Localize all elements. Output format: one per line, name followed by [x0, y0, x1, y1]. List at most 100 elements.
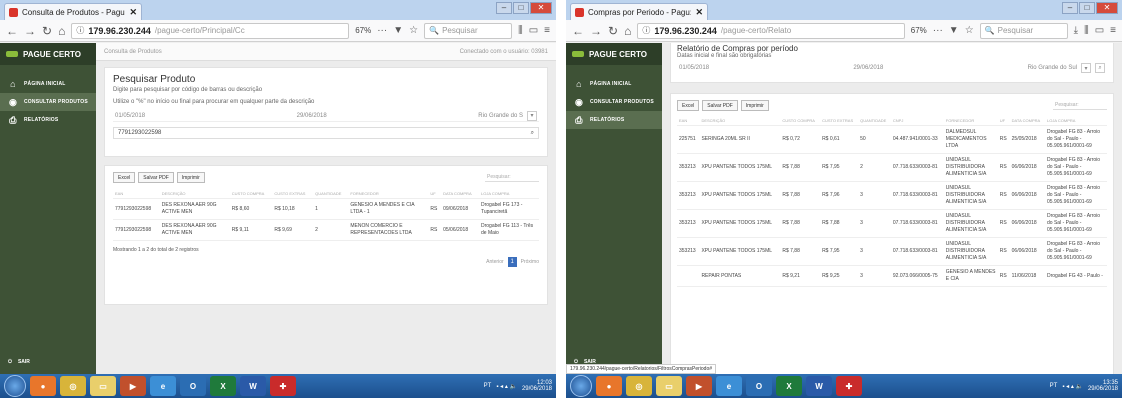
excel-button[interactable]: Excel [677, 100, 700, 111]
excel-task-icon[interactable]: X [210, 376, 236, 396]
date-from-field[interactable]: 01/05/2018 [679, 65, 709, 71]
media-task-icon[interactable]: ▶ [686, 376, 712, 396]
library-icon[interactable]: ⫼ [1084, 25, 1089, 36]
col-ean[interactable]: EAN [113, 189, 160, 199]
sidebar-item-products[interactable]: ◉ CONSULTAR PRODUTOS [566, 93, 662, 111]
save-pdf-button[interactable]: Salvar PDF [702, 100, 738, 111]
folder-task-icon[interactable]: ▭ [90, 376, 116, 396]
firefox-task-icon[interactable]: ● [596, 376, 622, 396]
sidebar-item-reports[interactable]: ⎙ RELATÓRIOS [566, 111, 662, 129]
ie-task-icon[interactable]: e [716, 376, 742, 396]
col-extras[interactable]: CUSTO EXTRAS [272, 189, 314, 199]
date-to-field[interactable]: 29/06/2018 [297, 113, 327, 119]
word-task-icon[interactable]: W [240, 376, 266, 396]
table-row[interactable]: 7791293022598 DES REXONA AER 90G ACTIVE … [113, 198, 539, 220]
save-pdf-button[interactable]: Salvar PDF [138, 172, 174, 183]
col-uf[interactable]: UF [997, 116, 1010, 126]
sidebar-item-home[interactable]: ⌂ PÁGINA INICIAL [566, 75, 662, 93]
sidebar-item-reports[interactable]: ⎙ RELATÓRIOS [0, 111, 96, 129]
minimize-button[interactable]: – [1062, 2, 1078, 14]
col-quantity[interactable]: QUANTIDADE [858, 116, 891, 126]
close-tab-icon[interactable]: ✕ [695, 7, 703, 18]
ie-task-icon[interactable]: e [150, 376, 176, 396]
col-supplier[interactable]: FORNECEDOR [943, 116, 998, 126]
browser-tab[interactable]: Consulta de Produtos - Pagu: ✕ [4, 3, 142, 20]
col-extras[interactable]: CUSTO EXTRAS [820, 116, 859, 126]
table-row[interactable]: REPAIR PONTAS R$ 9,21 R$ 9,25 3 92.073.066/0… [677, 265, 1107, 287]
col-store[interactable]: LOJA COMPRA [1045, 116, 1107, 126]
bookmark-star-icon[interactable]: ☆ [409, 25, 418, 36]
product-search-input[interactable]: 7791293022598 ⌕ [113, 127, 539, 139]
pocket-icon[interactable]: ▼ [393, 25, 403, 36]
back-icon[interactable]: ← [572, 24, 584, 38]
menu-icon[interactable]: ≡ [544, 25, 550, 36]
table-row[interactable]: 225751 SERINGA 20ML SR II R$ 0,72 R$ 0,61 50… [677, 125, 1107, 154]
language-indicator[interactable]: PT [484, 383, 492, 389]
table-search-input[interactable]: Pesquisar: [485, 173, 539, 182]
zoom-level[interactable]: 67% [355, 26, 371, 35]
next-page-button[interactable]: Próximo [521, 259, 539, 265]
sidebar-item-exit[interactable]: ⏻ SAIR [0, 354, 96, 370]
menu-icon[interactable]: ≡ [1110, 25, 1116, 36]
app-task-icon[interactable]: ✚ [270, 376, 296, 396]
col-cnpj[interactable]: CNPJ [890, 116, 944, 126]
table-row[interactable]: 7791293022598 DES REXONA AER 90G ACTIVE … [113, 219, 539, 241]
url-bar[interactable]: ⓘ 179.96.230.244/pague-certo/Principal/C… [71, 22, 350, 39]
firefox-task-icon[interactable]: ● [30, 376, 56, 396]
reload-icon[interactable]: ↻ [608, 24, 618, 38]
language-indicator[interactable]: PT [1050, 383, 1058, 389]
col-description[interactable]: DESCRIÇÃO [699, 116, 781, 126]
col-store[interactable]: LOJA COMPRA [479, 189, 539, 199]
forward-icon[interactable]: → [590, 24, 602, 38]
tray-icons[interactable]: ▪ ◂ ▴ 🔈 [496, 383, 517, 390]
url-bar[interactable]: ⓘ 179.96.230.244/pague-certo/Relato [637, 22, 905, 39]
table-row[interactable]: 353213 XPU PANTENE TODOS 175ML R$ 7,88 R$ 7… [677, 153, 1107, 182]
table-row[interactable]: 353213 XPU PANTENE TODOS 175ML R$ 7,88 R$ 7… [677, 181, 1107, 210]
library-icon[interactable]: ⫼ [518, 25, 523, 36]
print-button[interactable]: Imprimir [740, 100, 769, 111]
search-icon[interactable]: ⌕ [531, 130, 534, 137]
col-ean[interactable]: EAN [677, 116, 700, 126]
back-icon[interactable]: ← [6, 24, 18, 38]
close-window-button[interactable]: ✕ [530, 2, 552, 14]
more-icon[interactable]: ··· [377, 25, 387, 36]
pocket-icon[interactable]: ▼ [949, 25, 959, 36]
table-search-input[interactable]: Pesquisar: [1053, 101, 1107, 110]
col-supplier[interactable]: FORNECEDOR [348, 189, 429, 199]
col-description[interactable]: DESCRIÇÃO [159, 189, 230, 199]
forward-icon[interactable]: → [24, 24, 36, 38]
home-nav-icon[interactable]: ⌂ [58, 24, 65, 38]
clock[interactable]: 12:03 29/06/2018 [522, 380, 552, 392]
col-quantity[interactable]: QUANTIDADE [313, 189, 349, 199]
clock[interactable]: 13:35 29/06/2018 [1088, 380, 1118, 392]
sidebar-toggle-icon[interactable]: ▭ [1095, 25, 1104, 36]
more-icon[interactable]: ··· [933, 25, 943, 36]
state-select[interactable]: Rio Grande do S ▾ [478, 110, 537, 121]
col-date[interactable]: DATA COMPRA [441, 189, 479, 199]
date-from-field[interactable]: 01/05/2018 [115, 113, 145, 119]
media-task-icon[interactable]: ▶ [120, 376, 146, 396]
chrome-task-icon[interactable]: ◎ [626, 376, 652, 396]
start-button[interactable] [4, 375, 26, 397]
home-nav-icon[interactable]: ⌂ [624, 24, 631, 38]
search-input[interactable]: 🔍 Pesquisar [424, 22, 513, 39]
brand[interactable]: PAGUE CERTO [0, 43, 96, 65]
folder-task-icon[interactable]: ▭ [656, 376, 682, 396]
close-tab-icon[interactable]: ✕ [129, 7, 137, 18]
table-row[interactable]: 353213 XPU PANTENE TODOS 175ML R$ 7,88 R$ 7… [677, 209, 1107, 238]
download-icon[interactable]: ⤓ [1074, 25, 1078, 36]
brand[interactable]: PAGUE CERTO [566, 43, 662, 65]
table-row[interactable]: 353213 XPU PANTENE TODOS 175ML R$ 7,88 R$ 7… [677, 237, 1107, 266]
sidebar-item-home[interactable]: ⌂ PÁGINA INICIAL [0, 75, 96, 93]
col-uf[interactable]: UF [428, 189, 442, 199]
state-select[interactable]: Rio Grande do Sul ▾ ⌕ [1028, 63, 1105, 73]
outlook-task-icon[interactable]: O [180, 376, 206, 396]
zoom-level[interactable]: 67% [911, 26, 927, 35]
date-to-field[interactable]: 29/06/2018 [853, 65, 883, 71]
app-task-icon[interactable]: ✚ [836, 376, 862, 396]
col-cost[interactable]: CUSTO COMPRA [780, 116, 821, 126]
search-input[interactable]: 🔍 Pesquisar [979, 22, 1068, 39]
excel-button[interactable]: Excel [113, 172, 136, 183]
sidebar-item-products[interactable]: ◉ CONSULTAR PRODUTOS [0, 93, 96, 111]
col-date[interactable]: DATA COMPRA [1009, 116, 1045, 126]
